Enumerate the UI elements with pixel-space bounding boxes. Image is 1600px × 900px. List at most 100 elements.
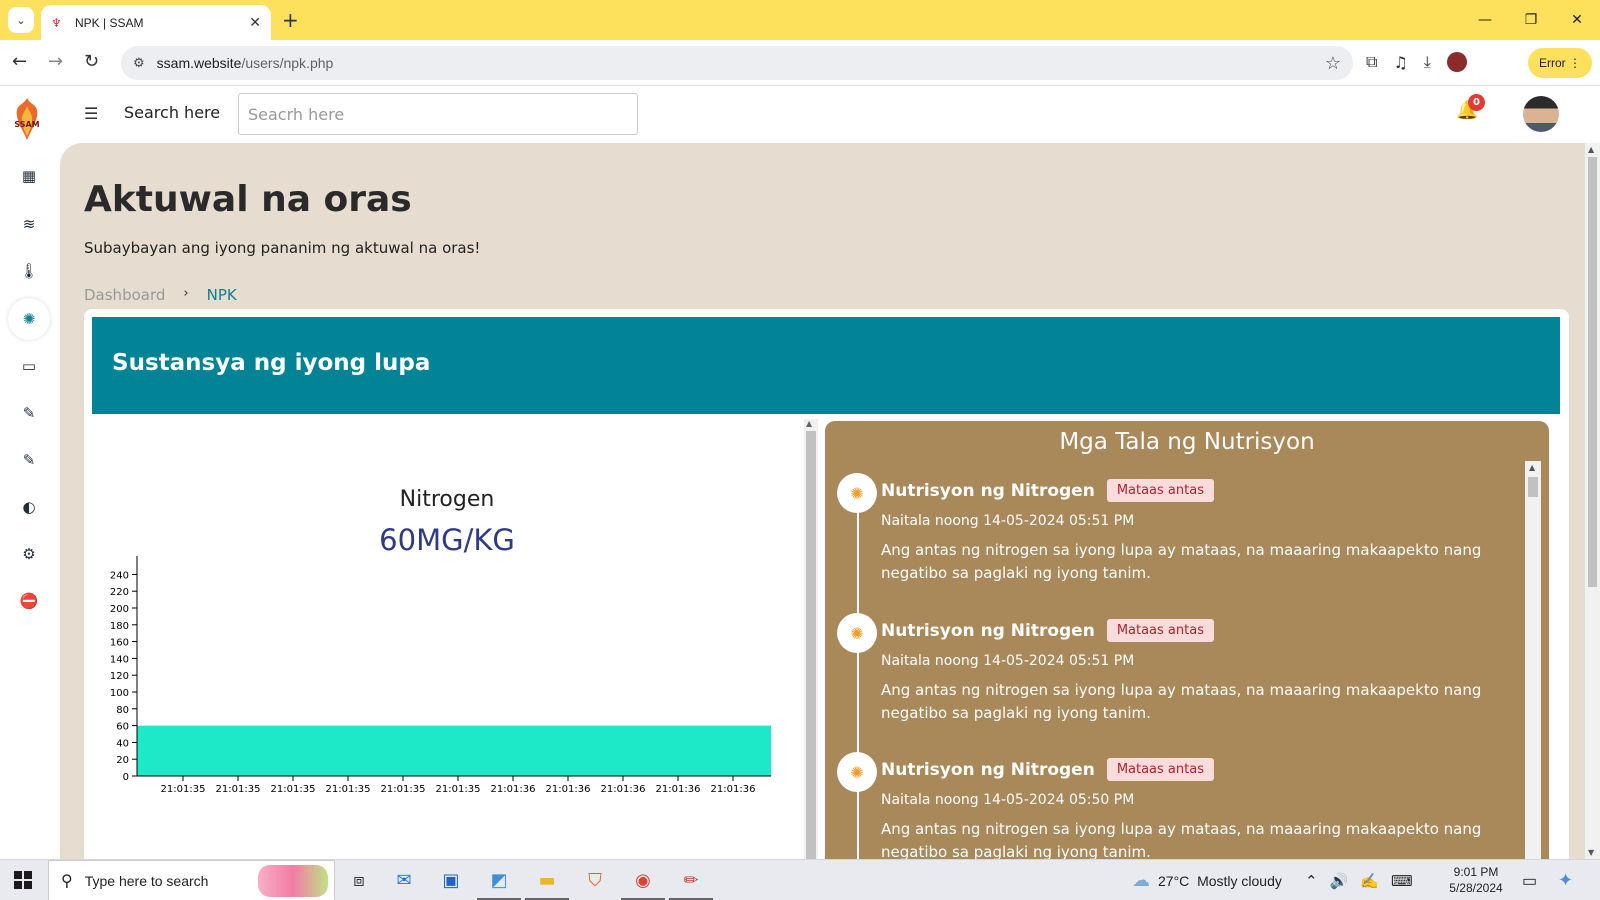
document-edit-icon[interactable]: ✎ bbox=[17, 448, 41, 472]
report-edit-icon[interactable]: ✎ bbox=[17, 401, 41, 425]
x-tick-label: 21:01:35 bbox=[381, 784, 426, 795]
note-date: Naitala noong 14-05-2024 05:51 PM bbox=[881, 513, 1135, 529]
brave-icon[interactable]: ⛉ bbox=[581, 866, 609, 894]
page-scrollbar[interactable]: ▲ ▼ bbox=[1585, 143, 1600, 859]
minimize-icon[interactable]: — bbox=[1462, 0, 1508, 40]
x-tick-label: 21:01:35 bbox=[161, 784, 206, 795]
windows-taskbar: ⚲ Type here to search ⧈ ✉ ▣ ◩ ▬ ⛉ ◉ ✏ ☁ … bbox=[0, 859, 1600, 900]
reload-icon[interactable]: ↻ bbox=[84, 51, 99, 72]
notes-scroll-up-icon[interactable]: ▲ bbox=[1529, 463, 1535, 472]
notification-badge: 0 bbox=[1468, 94, 1485, 111]
menu-toggle-icon[interactable]: ☰ bbox=[84, 104, 98, 123]
browser-address-bar: ← → ↻ ⚙ ssam.website/users/npk.php ☆ ⧉ ♫… bbox=[0, 40, 1600, 86]
close-window-icon[interactable]: ✕ bbox=[1554, 0, 1600, 40]
system-tray: ⌃ 🔊 ✍ ⌨ bbox=[1305, 860, 1413, 900]
search-highlight-image bbox=[258, 865, 328, 897]
x-tick-label: 21:01:35 bbox=[271, 784, 316, 795]
nitrogen-area bbox=[137, 725, 771, 776]
nutrient-icon: ✺ bbox=[850, 623, 864, 643]
browser-tab-bar: ⌄ ♆ NPK | SSAM ✕ + — ❐ ✕ bbox=[0, 0, 1600, 40]
start-icon[interactable] bbox=[14, 871, 32, 889]
back-icon[interactable]: ← bbox=[12, 51, 27, 72]
search-icon: ⚲ bbox=[61, 871, 73, 890]
store-icon[interactable]: ▣ bbox=[437, 866, 465, 894]
notes-scroll-thumb[interactable] bbox=[1528, 477, 1538, 497]
main-content: Aktuwal na oras Subaybayan ang iyong pan… bbox=[60, 143, 1585, 859]
y-tick-label: 100 bbox=[110, 688, 129, 699]
chat-icon[interactable]: ▭ bbox=[17, 354, 41, 378]
cloudy-icon: ☁ bbox=[1132, 870, 1150, 890]
site-info-icon[interactable]: ⚙ bbox=[133, 56, 145, 71]
logout-icon[interactable]: ⛔ bbox=[17, 589, 41, 613]
file-explorer-icon[interactable]: ▬ bbox=[525, 866, 569, 900]
notes-scrollbar[interactable]: ▲ bbox=[1525, 461, 1541, 859]
error-label: Error bbox=[1538, 56, 1566, 70]
pen-icon[interactable]: ✍ bbox=[1360, 872, 1379, 890]
breadcrumb: Dashboard › NPK bbox=[84, 286, 237, 304]
note-level-badge: Mataas antas bbox=[1106, 758, 1214, 781]
error-menu-button[interactable]: Error ⋮ bbox=[1528, 48, 1592, 78]
chrome-icon[interactable]: ◉ bbox=[621, 866, 665, 900]
search-input[interactable] bbox=[238, 93, 638, 135]
url-bar[interactable]: ⚙ ssam.website/users/npk.php ☆ bbox=[121, 46, 1353, 80]
x-tick-label: 21:01:36 bbox=[656, 784, 701, 795]
dashboard-icon[interactable]: ▦ bbox=[17, 164, 41, 188]
page-scroll-down-icon[interactable]: ▼ bbox=[1588, 848, 1594, 857]
mail-icon[interactable]: ✉ bbox=[390, 866, 418, 894]
npk-icon[interactable]: ✺ bbox=[8, 298, 50, 340]
note-icon: ✺ bbox=[837, 613, 877, 653]
forward-icon[interactable]: → bbox=[48, 51, 63, 72]
chart-title: Nitrogen bbox=[399, 487, 495, 512]
water-icon[interactable]: ≋ bbox=[17, 212, 41, 236]
new-tab-button[interactable]: + bbox=[282, 8, 299, 32]
note-name: Nutrisyon ng Nitrogen bbox=[881, 480, 1095, 501]
weather-widget[interactable]: ☁ 27°C Mostly cloudy bbox=[1132, 860, 1282, 900]
site-favicon-icon: ♆ bbox=[51, 15, 62, 30]
notification-center-icon[interactable]: ▭ bbox=[1522, 860, 1537, 900]
pencil-app-icon[interactable]: ✏ bbox=[669, 866, 713, 900]
settings-icon[interactable]: ⚙ bbox=[17, 542, 41, 566]
note-body: Ang antas ng nitrogen sa iyong lupa ay m… bbox=[881, 681, 1482, 722]
chart-scroll-thumb[interactable] bbox=[806, 431, 816, 859]
app-icon[interactable]: ◩ bbox=[477, 866, 521, 900]
x-tick-label: 21:01:36 bbox=[601, 784, 646, 795]
note-header: Nutrisyon ng Nitrogen Mataas antas bbox=[881, 758, 1214, 781]
card-header: Sustansya ng iyong lupa bbox=[92, 317, 1560, 414]
page-scroll-up-icon[interactable]: ▲ bbox=[1588, 145, 1594, 154]
tab-list-button[interactable]: ⌄ bbox=[8, 7, 34, 33]
note-header: Nutrisyon ng Nitrogen Mataas antas bbox=[881, 479, 1214, 502]
copilot-icon[interactable]: ✦ bbox=[1558, 860, 1573, 900]
media-control-icon[interactable]: ♫ bbox=[1393, 53, 1407, 72]
note-icon: ✺ bbox=[837, 473, 877, 513]
clock[interactable]: 9:01 PM 5/28/2024 bbox=[1440, 864, 1512, 896]
restore-icon[interactable]: ❐ bbox=[1508, 0, 1554, 40]
card-title: Sustansya ng iyong lupa bbox=[112, 350, 431, 376]
clock-time: 9:01 PM bbox=[1453, 865, 1499, 879]
x-tick-label: 21:01:35 bbox=[326, 784, 371, 795]
user-avatar[interactable] bbox=[1523, 96, 1559, 132]
volume-icon[interactable]: 🔊 bbox=[1330, 872, 1349, 890]
note-header: Nutrisyon ng Nitrogen Mataas antas bbox=[881, 619, 1214, 642]
leaf-icon[interactable]: ◐ bbox=[17, 495, 41, 519]
download-icon[interactable]: ⤓ bbox=[1424, 52, 1431, 72]
chart-scrollbar[interactable]: ▲ bbox=[804, 419, 818, 859]
profile-icon[interactable] bbox=[1446, 52, 1467, 72]
breadcrumb-dashboard[interactable]: Dashboard bbox=[84, 286, 165, 304]
temperature-icon[interactable]: 🌡 bbox=[17, 259, 41, 283]
task-view-icon[interactable]: ⧈ bbox=[345, 866, 373, 894]
page-scroll-thumb[interactable] bbox=[1588, 157, 1597, 587]
tray-chevron-icon[interactable]: ⌃ bbox=[1305, 872, 1318, 890]
browser-tab[interactable]: ♆ NPK | SSAM ✕ bbox=[41, 5, 271, 40]
keyboard-icon[interactable]: ⌨ bbox=[1391, 872, 1413, 890]
y-tick-label: 40 bbox=[116, 738, 129, 749]
tab-close-icon[interactable]: ✕ bbox=[249, 15, 261, 31]
extension-icons: ⧉ ♫ ⤓ bbox=[1366, 52, 1467, 72]
y-tick-label: 80 bbox=[116, 705, 129, 716]
breadcrumb-npk: NPK bbox=[206, 286, 237, 304]
extensions-icon[interactable]: ⧉ bbox=[1366, 52, 1377, 72]
scroll-up-arrow-icon[interactable]: ▲ bbox=[806, 419, 812, 428]
bookmark-star-icon[interactable]: ☆ bbox=[1325, 53, 1341, 74]
taskbar-search[interactable]: ⚲ Type here to search bbox=[48, 860, 335, 900]
y-tick-label: 20 bbox=[116, 755, 129, 766]
chart-value: 60MG/KG bbox=[379, 523, 515, 557]
